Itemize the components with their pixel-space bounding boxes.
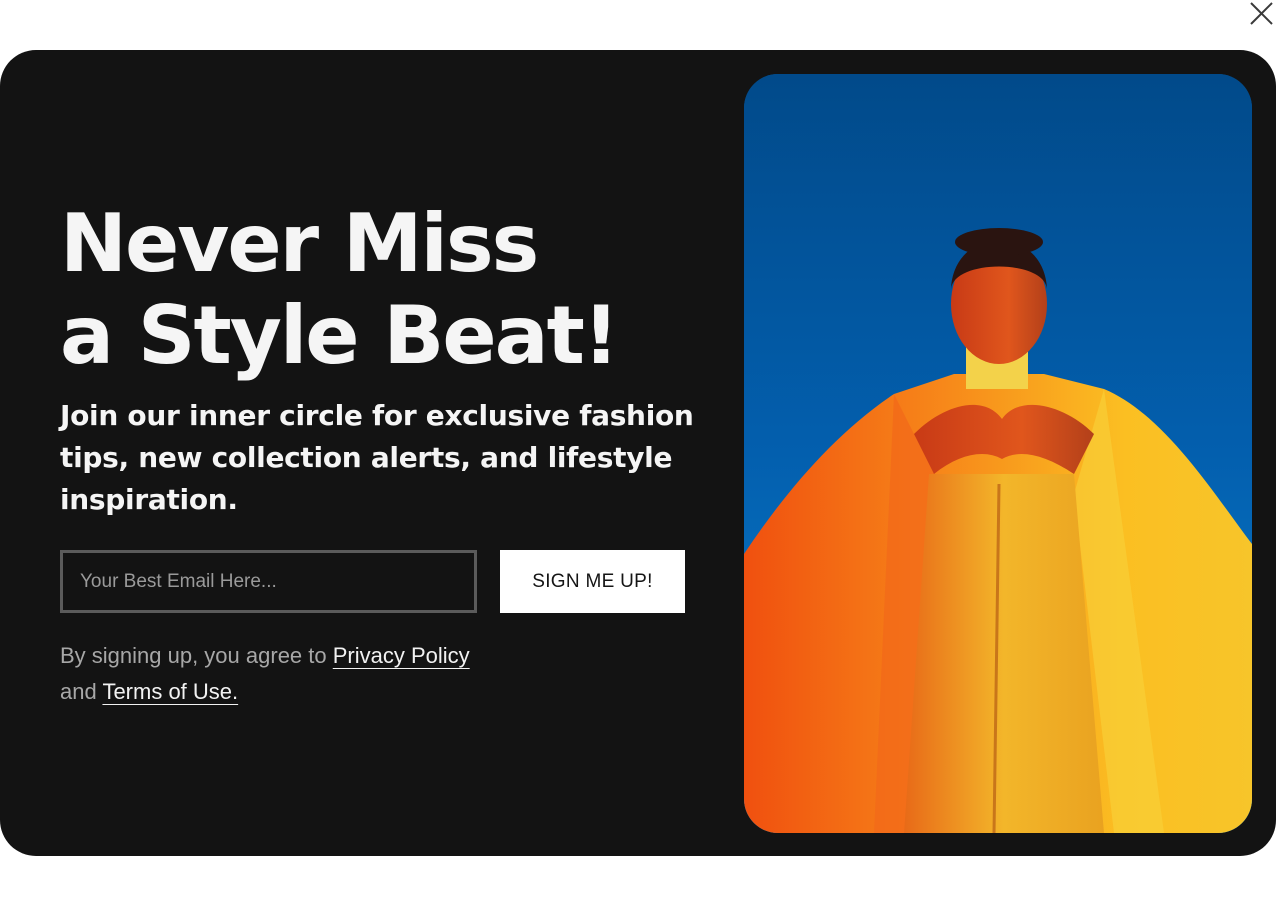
- close-icon: [1250, 2, 1273, 25]
- privacy-policy-link[interactable]: Privacy Policy: [333, 643, 470, 668]
- newsletter-modal: Never Miss a Style Beat! Join our inner …: [0, 50, 1276, 856]
- legal-prefix: By signing up, you agree to: [60, 643, 327, 668]
- headline-line-1: Never Miss: [60, 197, 539, 290]
- legal-and: and: [60, 679, 97, 704]
- legal-notice: By signing up, you agree to Privacy Poli…: [60, 638, 580, 710]
- email-input[interactable]: [60, 550, 477, 613]
- subtext: Join our inner circle for exclusive fash…: [60, 399, 694, 516]
- fashion-photo: [744, 74, 1252, 833]
- terms-of-use-link[interactable]: Terms of Use.: [102, 679, 238, 704]
- model-illustration: [744, 74, 1252, 833]
- close-button[interactable]: [1246, 0, 1276, 28]
- headline-line-2: a Style Beat!: [60, 289, 619, 382]
- headline: Never Miss a Style Beat!: [60, 198, 720, 382]
- sign-up-button[interactable]: SIGN ME UP!: [500, 550, 685, 613]
